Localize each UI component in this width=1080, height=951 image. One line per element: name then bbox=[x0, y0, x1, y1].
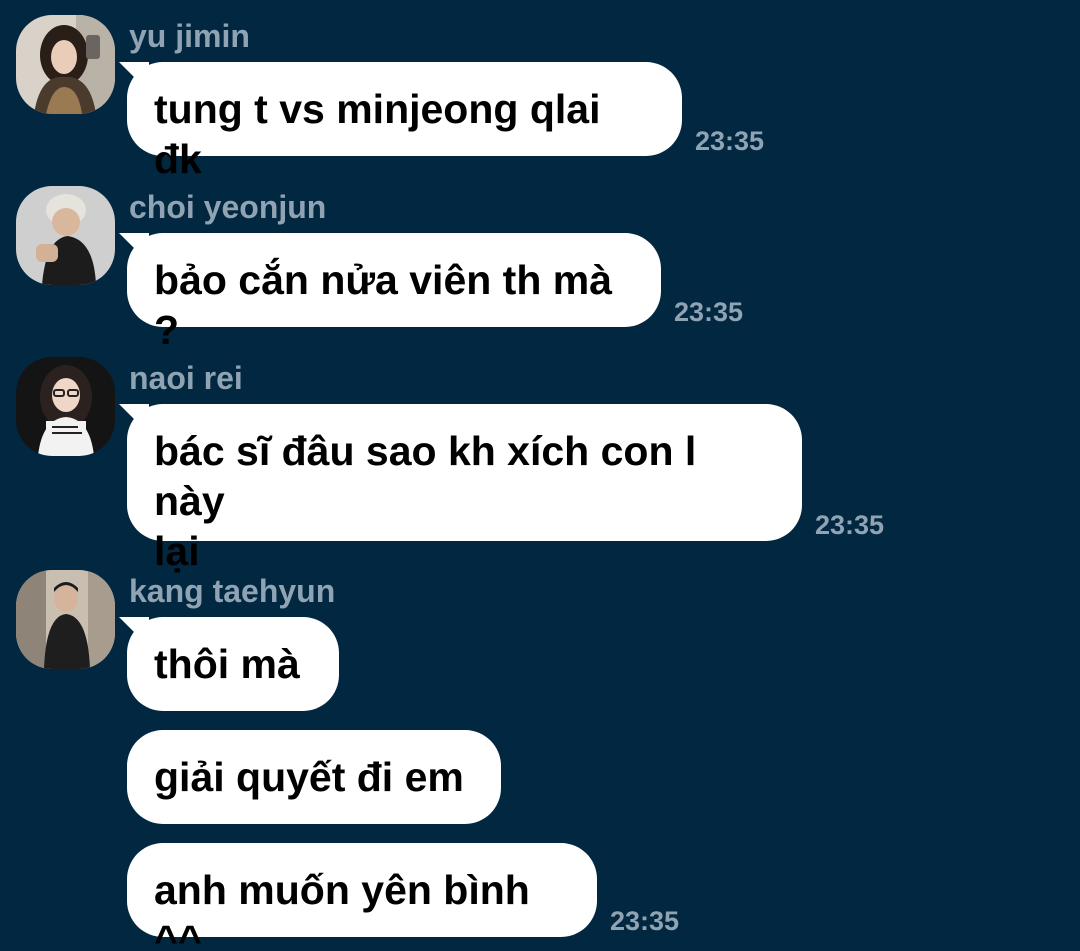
sender-name: choi yeonjun bbox=[129, 189, 327, 225]
message-text: bác sĩ đâu sao kh xích con l này lại bbox=[154, 428, 697, 574]
message-bubble[interactable]: giải quyết đi em bbox=[127, 730, 501, 824]
message-bubble[interactable]: tung t vs minjeong qlai đk bbox=[127, 62, 682, 182]
sender-name: naoi rei bbox=[129, 360, 243, 396]
avatar[interactable] bbox=[16, 186, 115, 285]
message-timestamp: 23:35 bbox=[610, 906, 680, 936]
message-text: anh muốn yên bình ^^ bbox=[154, 867, 542, 951]
message-text: bảo cắn nửa viên th mà ? bbox=[154, 257, 624, 353]
message-bubble[interactable]: bảo cắn nửa viên th mà ? bbox=[127, 233, 661, 353]
avatar[interactable] bbox=[16, 15, 115, 114]
message-bubble[interactable]: bác sĩ đâu sao kh xích con l này lại bbox=[127, 404, 802, 574]
sender-name: kang taehyun bbox=[129, 573, 336, 609]
message-bubble[interactable]: anh muốn yên bình ^^ bbox=[127, 843, 597, 951]
message-bubble[interactable]: thôi mà bbox=[127, 617, 339, 711]
sender-name: yu jimin bbox=[129, 18, 250, 54]
message-text: tung t vs minjeong qlai đk bbox=[154, 86, 612, 182]
message-timestamp: 23:35 bbox=[815, 510, 885, 540]
message-timestamp: 23:35 bbox=[674, 297, 744, 327]
message-text: thôi mà bbox=[154, 641, 300, 687]
avatar[interactable] bbox=[16, 357, 115, 456]
avatar[interactable] bbox=[16, 570, 115, 669]
chat-window: yu jimin tung t vs minjeong qlai đk 23:3… bbox=[0, 0, 1080, 951]
message-timestamp: 23:35 bbox=[695, 126, 765, 156]
message-text: giải quyết đi em bbox=[154, 754, 464, 800]
